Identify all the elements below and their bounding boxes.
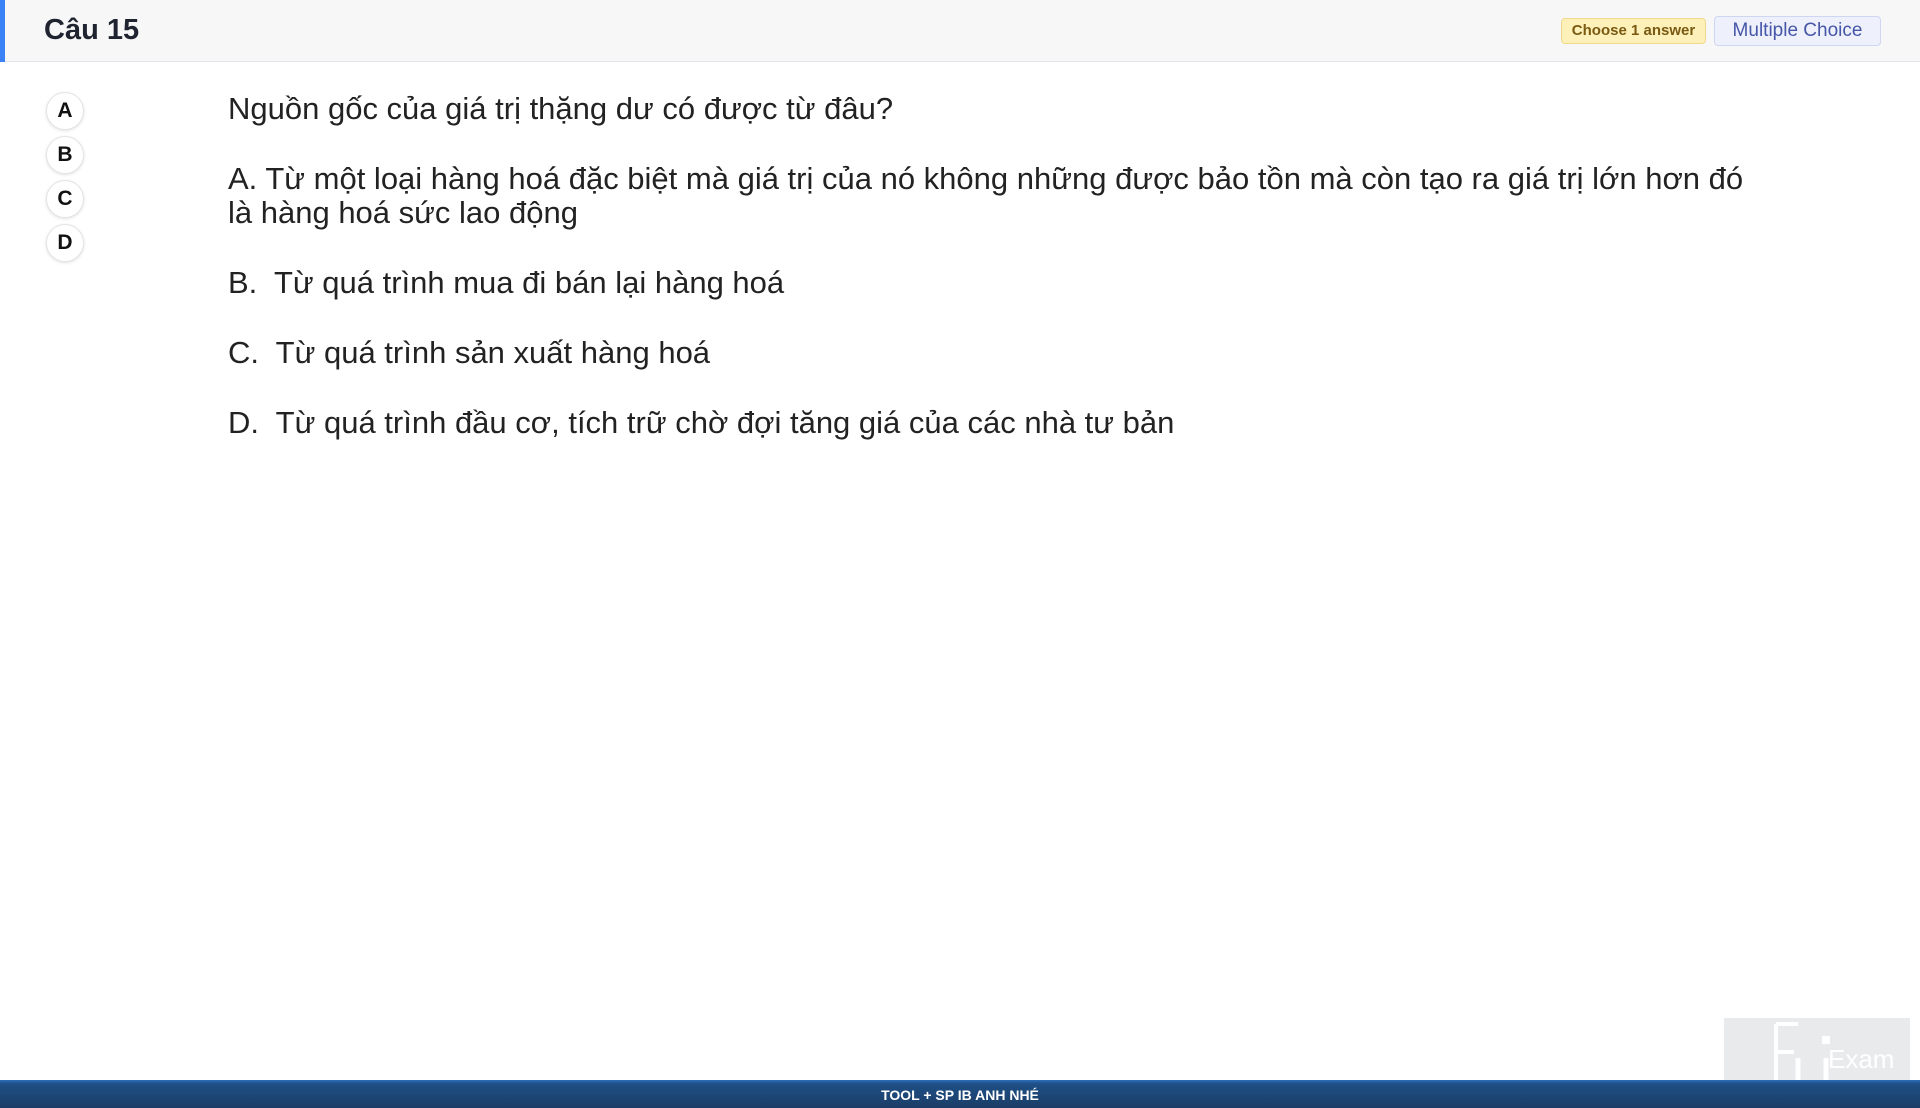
answer-text-c: C. Từ quá trình sản xuất hàng hoá: [228, 335, 711, 370]
footer-bar: TOOL + SP IB ANH NHÉ: [0, 1080, 1920, 1108]
exam-page: Câu 15 Choose 1 answer Multiple Choice A…: [0, 0, 1920, 1108]
header-accent-bar: [0, 0, 5, 62]
option-b-button[interactable]: B: [46, 136, 84, 174]
question-content: Nguồn gốc của giá trị thặng dư có được t…: [228, 92, 1768, 476]
footer-text: TOOL + SP IB ANH NHÉ: [881, 1087, 1039, 1103]
option-c-button[interactable]: C: [46, 180, 84, 218]
choose-count-badge: Choose 1 answer: [1561, 18, 1706, 44]
answer-text-b: B. Từ quá trình mua đi bán lại hàng hoá: [228, 265, 785, 300]
option-a-button[interactable]: A: [46, 92, 84, 130]
svg-text:Exam: Exam: [1828, 1044, 1894, 1074]
question-type-badge: Multiple Choice: [1714, 16, 1881, 46]
answer-text-a: A. Từ một loại hàng hoá đặc biệt mà giá …: [228, 161, 1744, 230]
answer-text-d: D. Từ quá trình đầu cơ, tích trữ chờ đợi…: [228, 405, 1175, 440]
question-header: Câu 15 Choose 1 answer Multiple Choice: [0, 0, 1920, 62]
question-text: Nguồn gốc của giá trị thặng dư có được t…: [228, 91, 894, 126]
question-number-title: Câu 15: [44, 14, 140, 46]
option-d-button[interactable]: D: [46, 224, 84, 262]
